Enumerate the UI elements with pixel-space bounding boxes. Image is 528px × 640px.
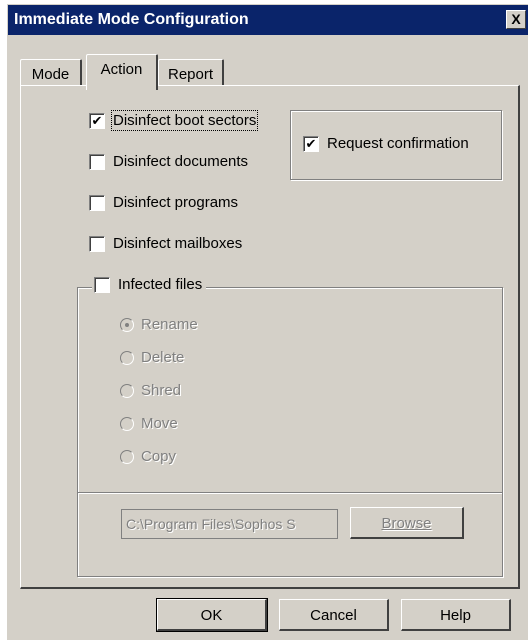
cancel-button[interactable]: Cancel (279, 599, 389, 631)
help-button[interactable]: Help (401, 599, 511, 631)
tab-report[interactable]: Report (158, 59, 224, 88)
disinfect-mailboxes-checkbox[interactable]: Disinfect mailboxes (89, 235, 242, 252)
check-icon: ✔ (303, 135, 319, 152)
radio-copy[interactable]: Copy (120, 448, 176, 465)
checkbox-box (94, 276, 110, 293)
request-confirmation-label: Request confirmation (327, 135, 469, 152)
radio-shred-label: Shred (141, 382, 182, 399)
confirmation-panel: ✔ Request confirmation (290, 110, 502, 180)
infected-files-checkbox[interactable]: Infected files (92, 276, 207, 293)
radio-dot-icon (120, 317, 134, 332)
radio-move[interactable]: Move (120, 415, 178, 432)
request-confirmation-checkbox[interactable]: ✔ Request confirmation (303, 135, 469, 152)
ok-button[interactable]: OK (156, 598, 268, 632)
disinfect-documents-checkbox[interactable]: Disinfect documents (89, 153, 248, 170)
checkbox-box (89, 235, 105, 252)
title-bar[interactable]: Immediate Mode Configuration X (8, 5, 528, 35)
radio-dot-icon (120, 416, 134, 431)
ok-button-label: OK (200, 607, 223, 624)
radio-dot-icon (120, 383, 134, 398)
destination-path-field[interactable]: C:\Program Files\Sophos S (121, 509, 338, 539)
tab-action[interactable]: Action (86, 54, 158, 90)
radio-shred[interactable]: Shred (120, 382, 181, 399)
cancel-button-label: Cancel (310, 607, 357, 624)
radio-dot-icon (120, 449, 134, 464)
dialog-window: Immediate Mode Configuration X Mode Acti… (7, 4, 528, 640)
disinfect-programs-label: Disinfect programs (113, 194, 239, 211)
infected-files-label: Infected files (118, 276, 203, 293)
tab-mode[interactable]: Mode (20, 59, 82, 88)
disinfect-boot-sectors-label: Disinfect boot sectors (110, 110, 259, 131)
destination-path-value: C:\Program Files\Sophos S (126, 516, 296, 532)
browse-button[interactable]: Browse (350, 507, 464, 539)
radio-delete[interactable]: Delete (120, 349, 184, 366)
disinfect-boot-sectors-checkbox[interactable]: ✔ Disinfect boot sectors (89, 110, 259, 131)
close-button[interactable]: X (506, 10, 526, 29)
disinfect-documents-label: Disinfect documents (113, 153, 249, 170)
check-icon: ✔ (89, 112, 105, 129)
radio-rename-label: Rename (141, 316, 198, 333)
radio-move-label: Move (141, 415, 178, 432)
help-button-label: Help (440, 607, 471, 624)
checkbox-box (89, 153, 105, 170)
radio-delete-label: Delete (141, 349, 185, 366)
tab-action-label: Action (100, 61, 143, 78)
tab-report-label: Report (167, 66, 214, 83)
disinfect-mailboxes-label: Disinfect mailboxes (113, 235, 243, 252)
radio-copy-label: Copy (141, 448, 177, 465)
tab-mode-label: Mode (31, 66, 70, 83)
window-title: Immediate Mode Configuration (14, 11, 249, 28)
close-icon: X (511, 11, 521, 27)
radio-rename[interactable]: Rename (120, 316, 198, 333)
disinfect-programs-checkbox[interactable]: Disinfect programs (89, 194, 238, 211)
radio-dot-icon (120, 350, 134, 365)
group-divider (78, 492, 502, 494)
checkbox-box (89, 194, 105, 211)
browse-button-label: Browse (381, 515, 432, 532)
action-tab-panel: ✔ Disinfect boot sectors Disinfect docum… (20, 85, 520, 589)
